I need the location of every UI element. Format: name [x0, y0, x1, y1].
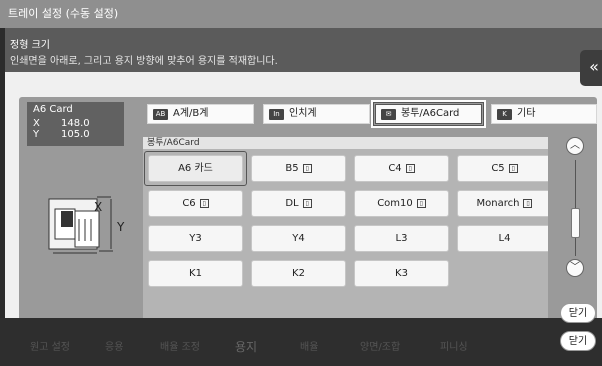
- envelope-orientation-icon: ▯: [416, 198, 426, 208]
- close-button[interactable]: 닫기: [560, 303, 596, 323]
- paper-c5-button[interactable]: C5 ▯: [457, 155, 548, 182]
- paper-grid: 봉투/A6Card A6 카드 B5 ▯ C4 ▯ C5 ▯ C6 ▯ DL ▯ Com1…: [143, 137, 548, 301]
- title-bar: 트레이 설정 (수동 설정): [0, 0, 602, 28]
- y-label: Y: [33, 129, 40, 140]
- bottom-item[interactable]: 배율: [300, 338, 318, 353]
- paper-name: A6 Card: [33, 104, 73, 115]
- paper-label: C6: [182, 198, 196, 209]
- paper-label: L4: [498, 233, 511, 244]
- paper-b5-button[interactable]: B5 ▯: [251, 155, 346, 182]
- other-icon: K: [497, 108, 512, 120]
- paper-label: Monarch: [476, 198, 520, 209]
- paper-y4-button[interactable]: Y4: [251, 225, 346, 252]
- paper-l4-button[interactable]: L4: [457, 225, 548, 252]
- envelope-orientation-icon: ▯: [405, 163, 415, 173]
- paper-monarch-button[interactable]: Monarch ▯: [457, 190, 548, 217]
- paper-label: K2: [292, 268, 305, 279]
- dialog-header: 정형 크기 인쇄면을 아래로, 그리고 용지 방향에 맞추어 용지를 적재합니다…: [5, 28, 602, 72]
- tab-label: A계/B계: [173, 108, 209, 119]
- paper-orientation-diagram: X Y: [48, 196, 125, 254]
- paper-label: C4: [388, 163, 402, 174]
- paper-label: B5: [285, 163, 299, 174]
- paper-info-box: A6 Card X 148.0 Y 105.0: [27, 102, 124, 146]
- paper-y3-button[interactable]: Y3: [148, 225, 243, 252]
- paper-dl-button[interactable]: DL ▯: [251, 190, 346, 217]
- bottom-function-bar: 원고 설정 응용 배율 조정 용지 배율 양면/조합 피니싱: [0, 318, 602, 366]
- paper-label: Y3: [189, 233, 202, 244]
- envelope-orientation-icon: ▯: [302, 163, 312, 173]
- paper-label: C5: [491, 163, 505, 174]
- paper-a6card-button[interactable]: A6 카드: [144, 151, 247, 186]
- paper-label: K3: [395, 268, 408, 279]
- bottom-item[interactable]: 응용: [105, 338, 123, 353]
- inch-icon: In: [269, 108, 284, 120]
- bottom-item[interactable]: 원고 설정: [30, 338, 70, 353]
- scrollbar-thumb[interactable]: [571, 208, 580, 238]
- window-title: 트레이 설정 (수동 설정): [8, 7, 119, 20]
- scroll-down-icon[interactable]: ﹀: [566, 259, 584, 277]
- bottom-item[interactable]: 용지: [235, 338, 257, 355]
- envelope-orientation-icon: ▯: [302, 198, 312, 208]
- scroll-up-icon[interactable]: ︿: [566, 137, 584, 155]
- dialog-title: 정형 크기: [10, 40, 50, 51]
- diagram-y-label: Y: [116, 220, 125, 234]
- paper-c4-button[interactable]: C4 ▯: [354, 155, 449, 182]
- bottom-item[interactable]: 피니싱: [440, 338, 468, 353]
- envelope-icon: ✉: [381, 108, 396, 120]
- paper-label: Com10: [377, 198, 413, 209]
- bottom-item[interactable]: 배율 조정: [160, 338, 200, 353]
- tab-ab-series[interactable]: AB A계/B계: [147, 104, 254, 124]
- envelope-orientation-icon: ▯: [508, 163, 518, 173]
- paper-k3-button[interactable]: K3: [354, 260, 449, 287]
- tab-envelope-a6card[interactable]: ✉ 봉투/A6Card: [371, 100, 486, 128]
- diagram-x-label: X: [94, 200, 102, 214]
- paper-k1-button[interactable]: K1: [148, 260, 243, 287]
- x-label: X: [33, 118, 40, 129]
- collapse-icon[interactable]: «: [580, 50, 602, 86]
- ab-icon: AB: [153, 108, 168, 120]
- y-value: 105.0: [61, 129, 90, 140]
- paper-label: DL: [285, 198, 299, 209]
- bottom-item[interactable]: 양면/조합: [360, 338, 400, 353]
- dialog-description: 인쇄면을 아래로, 그리고 용지 방향에 맞추어 용지를 적재합니다.: [10, 56, 278, 67]
- tab-label: 봉투/A6Card: [401, 108, 460, 119]
- paper-label: Y4: [292, 233, 305, 244]
- paper-k2-button[interactable]: K2: [251, 260, 346, 287]
- tab-label: 기타: [517, 108, 536, 119]
- paper-label: K1: [189, 268, 202, 279]
- paper-label: A6 카드: [178, 163, 213, 174]
- paper-l3-button[interactable]: L3: [354, 225, 449, 252]
- paper-label: L3: [395, 233, 408, 244]
- paper-c6-button[interactable]: C6 ▯: [148, 190, 243, 217]
- paper-com10-button[interactable]: Com10 ▯: [354, 190, 449, 217]
- tab-label: 인치계: [289, 108, 317, 119]
- x-value: 148.0: [61, 118, 90, 129]
- tab-inch-series[interactable]: In 인치계: [263, 104, 370, 124]
- envelope-orientation-icon: ▯: [523, 198, 533, 208]
- tab-other[interactable]: K 기타: [491, 104, 597, 124]
- subpanel-label: 봉투/A6Card: [143, 137, 548, 149]
- envelope-orientation-icon: ▯: [199, 198, 209, 208]
- close-button-secondary[interactable]: 닫기: [560, 331, 596, 351]
